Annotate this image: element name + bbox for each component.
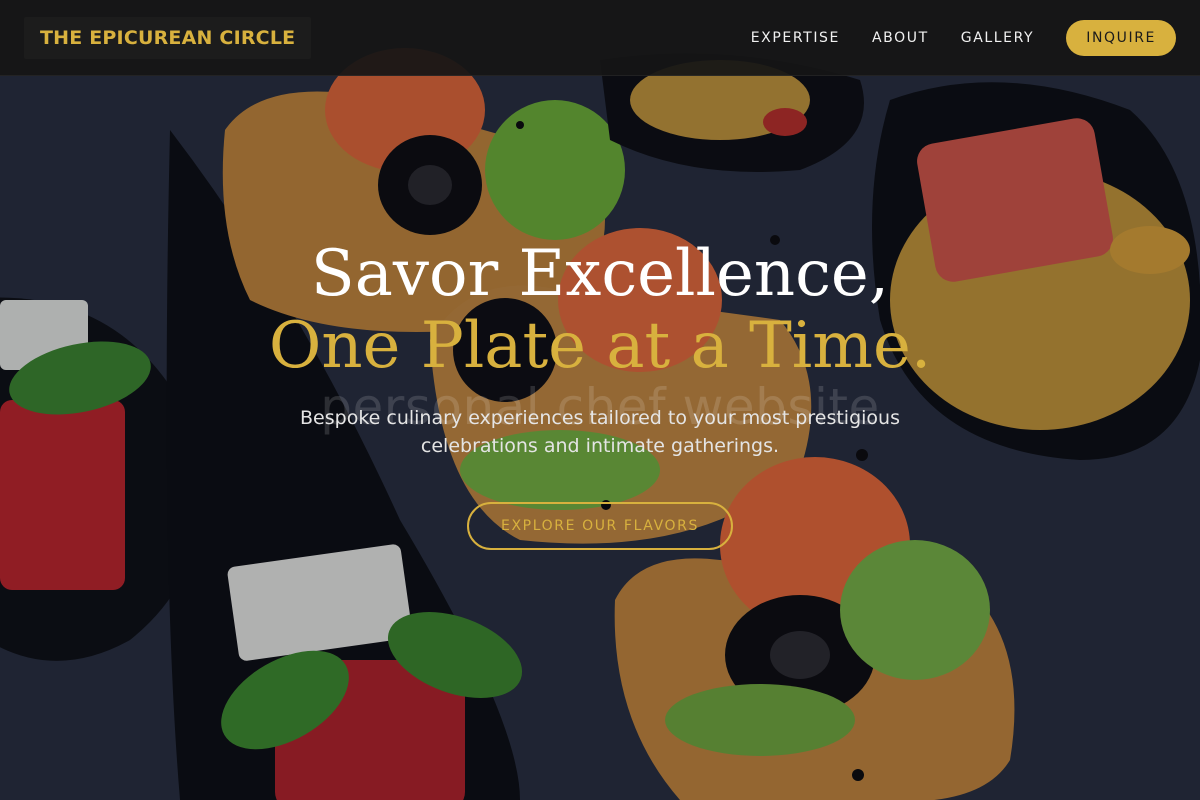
nav-link-expertise[interactable]: EXPERTISE	[751, 30, 840, 46]
top-navbar: THE EPICUREAN CIRCLE EXPERTISE ABOUT GAL…	[0, 0, 1200, 76]
nav-link-gallery[interactable]: GALLERY	[961, 30, 1034, 46]
hero-subtitle: Bespoke culinary experiences tailored to…	[300, 407, 900, 457]
headline-line-2: One Plate at a Time.	[268, 309, 932, 383]
inquire-button[interactable]: INQUIRE	[1066, 19, 1176, 56]
hero-headline: Savor Excellence, One Plate at a Time.	[0, 238, 1200, 382]
headline-line-1: Savor Excellence,	[310, 237, 890, 311]
nav-links: EXPERTISE ABOUT GALLERY INQUIRE	[751, 19, 1176, 56]
nav-link-about[interactable]: ABOUT	[872, 30, 929, 46]
brand-logo[interactable]: THE EPICUREAN CIRCLE	[24, 16, 312, 59]
hero-content: personal chef website Savor Excellence, …	[0, 238, 1200, 550]
explore-flavors-button[interactable]: EXPLORE OUR FLAVORS	[467, 502, 733, 550]
